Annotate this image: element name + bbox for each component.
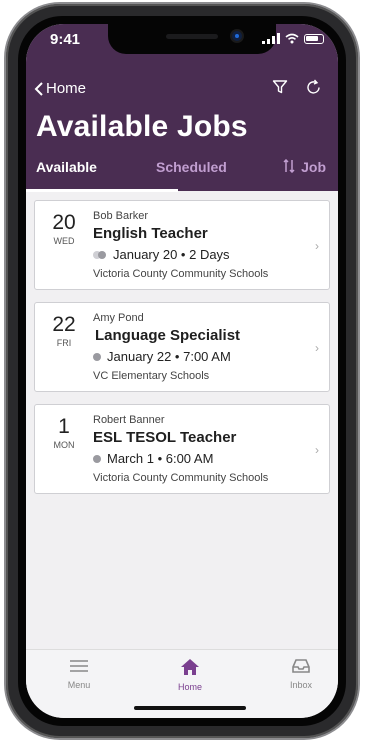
job-person: Bob Barker (93, 210, 149, 222)
phone-frame: 9:41 Home Available Jobs Available Sched… (6, 4, 358, 738)
job-title: Language Specialist (95, 327, 241, 344)
job-card[interactable]: 22 FRI Amy Pond Language Specialist Janu… (34, 302, 330, 392)
multi-day-indicator-icon (93, 250, 107, 259)
speaker (166, 34, 218, 39)
chevron-right-icon: › (315, 443, 319, 457)
job-person: Amy Pond (93, 312, 144, 324)
job-weekday: MON (53, 440, 75, 450)
job-when-text: January 20 • 2 Days (113, 247, 230, 262)
tab-home-label: Home (177, 682, 202, 692)
tab-home[interactable]: Home (155, 658, 225, 692)
chevron-right-icon: › (315, 341, 319, 355)
back-button[interactable]: Home (34, 80, 86, 97)
inbox-icon (292, 659, 310, 673)
status-dot-icon (93, 352, 101, 361)
menu-icon (70, 660, 88, 672)
job-when: January 20 • 2 Days (93, 247, 230, 262)
filter-icon[interactable] (272, 79, 288, 95)
job-title: English Teacher (93, 225, 208, 242)
job-weekday: FRI (56, 338, 72, 348)
job-date: 22 FRI (43, 313, 85, 348)
refresh-icon[interactable] (305, 79, 322, 96)
job-title: ESL TESOL Teacher (93, 429, 237, 446)
status-dot-icon (93, 454, 101, 463)
status-icons (262, 33, 324, 44)
phone-bezel: 9:41 Home Available Jobs Available Sched… (18, 16, 346, 726)
job-when: January 22 • 7:00 AM (93, 349, 231, 364)
sort-button[interactable]: Job (283, 159, 326, 191)
job-school: Victoria County Community Schools (93, 472, 269, 484)
job-date: 1 MON (43, 415, 85, 450)
page-title: Available Jobs (36, 110, 248, 143)
job-card[interactable]: 1 MON Robert Banner ESL TESOL Teacher Ma… (34, 404, 330, 494)
bottom-tab-bar: Menu Home Inbox (26, 649, 338, 718)
job-school: Victoria County Community Schools (93, 268, 269, 280)
tab-inbox[interactable]: Inbox (266, 658, 336, 690)
tab-menu[interactable]: Menu (44, 658, 114, 690)
job-day: 1 (58, 415, 70, 438)
job-when-text: January 22 • 7:00 AM (107, 349, 231, 364)
camera (232, 31, 242, 41)
job-card[interactable]: 20 WED Bob Barker English Teacher Januar… (34, 200, 330, 290)
tab-menu-label: Menu (67, 680, 91, 690)
job-school: VC Elementary Schools (93, 370, 210, 382)
job-when: March 1 • 6:00 AM (93, 451, 213, 466)
home-icon (181, 659, 199, 675)
job-day: 20 (52, 211, 76, 234)
back-label: Home (46, 80, 87, 97)
home-indicator (134, 706, 246, 710)
tab-scheduled[interactable]: Scheduled (156, 159, 227, 191)
tab-inbox-label: Inbox (289, 680, 313, 690)
active-tab-indicator (26, 189, 178, 192)
app-header: 9:41 Home Available Jobs Available Sched… (26, 24, 338, 192)
job-day: 22 (52, 313, 76, 336)
tab-bar-top: Available Scheduled Job (26, 159, 338, 192)
wifi-icon (285, 33, 299, 44)
job-date: 20 WED (43, 211, 85, 246)
job-weekday: WED (53, 236, 75, 246)
sort-label: Job (301, 159, 326, 175)
tab-available[interactable]: Available (36, 159, 97, 191)
job-when-text: March 1 • 6:00 AM (107, 451, 214, 466)
battery-icon (304, 33, 324, 44)
screen: 9:41 Home Available Jobs Available Sched… (26, 24, 338, 718)
job-person: Robert Banner (93, 414, 165, 426)
sort-icon (283, 159, 295, 173)
chevron-left-icon (34, 81, 43, 96)
status-time: 9:41 (50, 31, 81, 48)
signal-icon (262, 33, 280, 44)
notch (108, 24, 276, 54)
chevron-right-icon: › (315, 239, 319, 253)
